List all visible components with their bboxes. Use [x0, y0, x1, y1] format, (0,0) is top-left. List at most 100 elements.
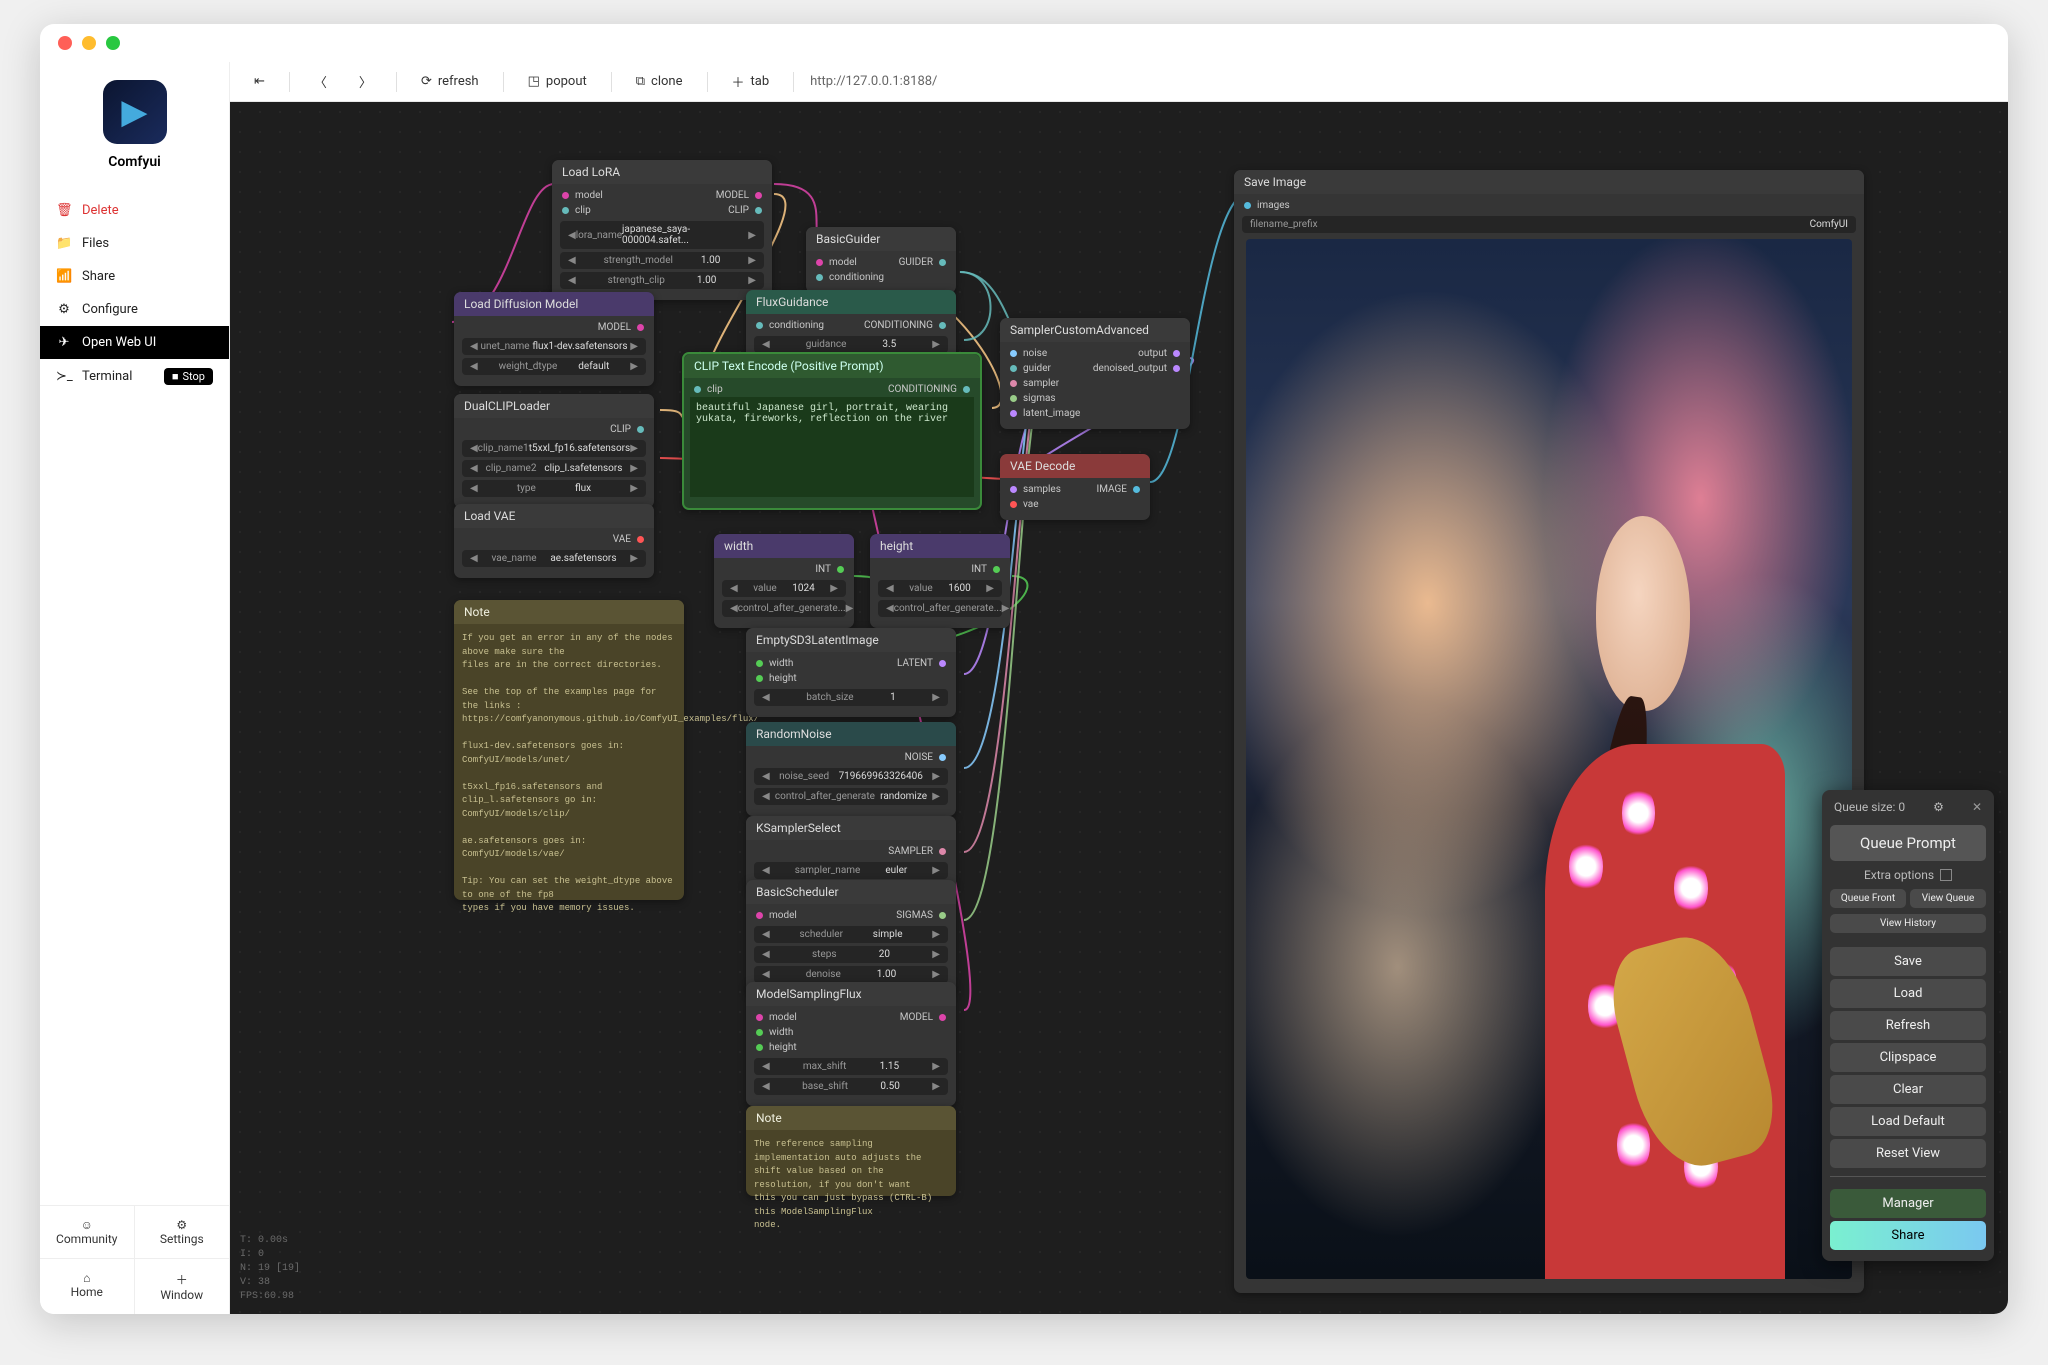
control-panel[interactable]: Queue size: 0 ⚙ ✕ Queue Prompt Extra opt… [1822, 790, 1994, 1261]
extra-options-checkbox[interactable]: Extra options [1830, 864, 1986, 886]
node-basic-guider[interactable]: BasicGuider modelGUIDER conditioning [806, 227, 956, 293]
queue-front-button[interactable]: Queue Front [1830, 889, 1906, 908]
queue-prompt-button[interactable]: Queue Prompt [1830, 825, 1986, 861]
app-logo-icon: ▶ [103, 80, 167, 144]
node-random-noise[interactable]: RandomNoise NOISE ◀noise_seed71966996332… [746, 722, 956, 816]
back-button[interactable]: 〈 [306, 68, 335, 95]
node-load-vae[interactable]: Load VAE VAE ◀vae_nameae.safetensors▶ [454, 504, 654, 578]
view-history-button[interactable]: View History [1830, 914, 1986, 933]
height-value-widget[interactable]: ◀value1600▶ [878, 580, 1002, 597]
strength-clip-widget[interactable]: ◀strength_clip1.00▶ [560, 272, 764, 289]
vae-name-widget[interactable]: ◀vae_nameae.safetensors▶ [462, 550, 646, 567]
stop-button[interactable]: ■ Stop [164, 368, 213, 385]
noise-cag-widget[interactable]: ◀control_after_generaterandomize▶ [754, 788, 948, 805]
denoise-widget[interactable]: ◀denoise1.00▶ [754, 966, 948, 983]
sidebar-label: Share [82, 269, 115, 284]
node-load-lora[interactable]: Load LoRA modelMODEL clipCLIP ◀lora_name… [552, 160, 772, 300]
load-default-button[interactable]: Load Default [1830, 1107, 1986, 1136]
sidebar-community[interactable]: ☺Community [40, 1206, 135, 1258]
clip-name1-widget[interactable]: ◀clip_name1t5xxl_fp16.safetensors▶ [462, 440, 646, 457]
gear-icon: ⚙ [56, 302, 72, 317]
node-note-2[interactable]: Note The reference sampling implementati… [746, 1106, 956, 1196]
sidebar-items: 🗑Delete 📁Files 📶Share ⚙Configure ✈Open W… [40, 194, 229, 394]
sidebar-home[interactable]: ⌂Home [40, 1259, 135, 1314]
clone-button[interactable]: ⧉clone [628, 70, 691, 93]
maximize-window-icon[interactable] [106, 36, 120, 50]
reset-view-button[interactable]: Reset View [1830, 1139, 1986, 1168]
forward-button[interactable]: 〉 [351, 68, 380, 95]
sampler-name-widget[interactable]: ◀sampler_nameeuler▶ [754, 862, 948, 879]
scheduler-widget[interactable]: ◀schedulersimple▶ [754, 926, 948, 943]
manager-button[interactable]: Manager [1830, 1189, 1986, 1218]
node-dual-clip-loader[interactable]: DualCLIPLoader CLIP ◀clip_name1t5xxl_fp1… [454, 394, 654, 508]
panel-header[interactable]: Queue size: 0 ⚙ ✕ [1830, 798, 1986, 822]
width-cag-widget[interactable]: ◀control_after_generate...▶ [722, 600, 846, 617]
batch-size-widget[interactable]: ◀batch_size1▶ [754, 689, 948, 706]
terminal-icon: ≻_ [56, 369, 72, 384]
refresh-icon: ⟳ [421, 74, 432, 89]
sidebar-item-delete[interactable]: 🗑Delete [40, 194, 229, 227]
node-empty-latent[interactable]: EmptySD3LatentImage widthLATENT height ◀… [746, 628, 956, 717]
load-button[interactable]: Load [1830, 979, 1986, 1008]
minimize-window-icon[interactable] [82, 36, 96, 50]
clear-button[interactable]: Clear [1830, 1075, 1986, 1104]
sidebar-settings[interactable]: ⚙Settings [135, 1206, 230, 1258]
node-model-sampling-flux[interactable]: ModelSamplingFlux modelMODEL width heigh… [746, 982, 956, 1106]
refresh-button[interactable]: ⟳refresh [413, 70, 487, 93]
node-save-image[interactable]: Save Image images filename_prefixComfyUI [1234, 170, 1864, 1293]
node-load-diffusion-model[interactable]: Load Diffusion Model MODEL ◀unet_nameflu… [454, 292, 654, 386]
sidebar-item-open-web-ui[interactable]: ✈Open Web UI [40, 326, 229, 359]
node-width[interactable]: width INT ◀value1024▶ ◀control_after_gen… [714, 534, 854, 628]
sidebar-window[interactable]: ＋Window [135, 1259, 230, 1314]
node-canvas[interactable]: Load LoRA modelMODEL clipCLIP ◀lora_name… [230, 102, 2008, 1314]
sidebar-item-share[interactable]: 📶Share [40, 260, 229, 293]
node-vae-decode[interactable]: VAE Decode samplesIMAGE vae [1000, 454, 1150, 520]
popout-button[interactable]: ◳popout [520, 70, 595, 93]
refresh-button[interactable]: Refresh [1830, 1011, 1986, 1040]
node-ksampler-select[interactable]: KSamplerSelect SAMPLER ◀sampler_nameeule… [746, 816, 956, 890]
app-window: ▶ Comfyui 🗑Delete 📁Files 📶Share ⚙Configu… [40, 24, 2008, 1314]
strength-model-widget[interactable]: ◀strength_model1.00▶ [560, 252, 764, 269]
node-note-1[interactable]: Note If you get an error in any of the n… [454, 600, 684, 900]
panel-close-icon[interactable]: ✕ [1972, 800, 1982, 814]
clipspace-button[interactable]: Clipspace [1830, 1043, 1986, 1072]
unet-name-widget[interactable]: ◀unet_nameflux1-dev.safetensors▶ [462, 338, 646, 355]
guidance-widget[interactable]: ◀guidance3.5▶ [754, 336, 948, 353]
sidebar-item-configure[interactable]: ⚙Configure [40, 293, 229, 326]
base-shift-widget[interactable]: ◀base_shift0.50▶ [754, 1078, 948, 1095]
close-window-icon[interactable] [58, 36, 72, 50]
note-text: The reference sampling implementation au… [746, 1130, 956, 1241]
node-title: width [714, 534, 854, 558]
url-display: http://127.0.0.1:8188/ [810, 74, 937, 89]
view-queue-button[interactable]: View Queue [1910, 889, 1986, 908]
weight-dtype-widget[interactable]: ◀weight_dtypedefault▶ [462, 358, 646, 375]
clip-name2-widget[interactable]: ◀clip_name2clip_l.safetensors▶ [462, 460, 646, 477]
node-basic-scheduler[interactable]: BasicScheduler modelSIGMAS ◀schedulersim… [746, 880, 956, 994]
max-shift-widget[interactable]: ◀max_shift1.15▶ [754, 1058, 948, 1075]
panel-gear-icon[interactable]: ⚙ [1933, 800, 1944, 814]
save-button[interactable]: Save [1830, 947, 1986, 976]
noise-seed-widget[interactable]: ◀noise_seed719669963326406▶ [754, 768, 948, 785]
height-cag-widget[interactable]: ◀control_after_generate...▶ [878, 600, 1002, 617]
exit-button[interactable]: ⇤ [246, 70, 273, 93]
sidebar-item-files[interactable]: 📁Files [40, 227, 229, 260]
filename-prefix-widget[interactable]: filename_prefixComfyUI [1242, 216, 1856, 233]
prompt-textarea[interactable] [690, 397, 974, 497]
steps-widget[interactable]: ◀steps20▶ [754, 946, 948, 963]
node-title: height [870, 534, 1010, 558]
width-value-widget[interactable]: ◀value1024▶ [722, 580, 846, 597]
sidebar-item-terminal[interactable]: ≻_Terminal■ Stop [40, 359, 229, 394]
node-title: VAE Decode [1000, 454, 1150, 478]
popout-icon: ◳ [528, 74, 540, 89]
node-title: Save Image [1234, 170, 1864, 194]
share-button[interactable]: Share [1830, 1221, 1986, 1250]
tab-button[interactable]: ＋tab [724, 68, 778, 95]
clip-type-widget[interactable]: ◀typeflux▶ [462, 480, 646, 497]
node-sampler-custom-advanced[interactable]: SamplerCustomAdvanced noiseoutput guider… [1000, 318, 1190, 429]
node-title: FluxGuidance [746, 290, 956, 314]
node-title: BasicGuider [806, 227, 956, 251]
node-clip-text-encode[interactable]: CLIP Text Encode (Positive Prompt) clipC… [682, 352, 982, 510]
node-height[interactable]: height INT ◀value1600▶ ◀control_after_ge… [870, 534, 1010, 628]
lora-name-widget[interactable]: ◀lora_namejapanese_saya-000004.safet...▶ [560, 221, 764, 249]
plus-icon: ＋ [732, 72, 745, 91]
